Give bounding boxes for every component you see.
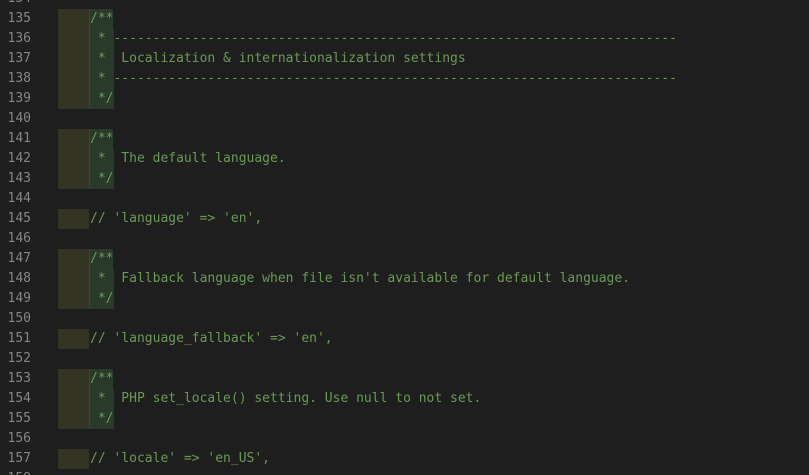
line-number: 153 [7, 371, 31, 386]
code-line[interactable]: // 'language' => 'en', [58, 209, 809, 229]
code-line[interactable]: /** [58, 129, 809, 149]
code-line[interactable] [58, 0, 809, 9]
indent-highlight [58, 449, 89, 469]
code-text: /** [90, 371, 114, 386]
line-number: 152 [7, 351, 31, 366]
code-text: // 'language_fallback' => 'en', [90, 331, 333, 346]
code-line[interactable]: * PHP set_locale() setting. Use null to … [58, 389, 809, 409]
indent-highlight [58, 9, 89, 29]
code-text: * The default language. [90, 151, 286, 166]
code-line[interactable] [58, 229, 809, 249]
code-line[interactable] [58, 109, 809, 129]
code-text: // 'locale' => 'en_US', [90, 451, 271, 466]
line-number: 157 [7, 451, 31, 466]
code-text: */ [90, 291, 114, 306]
line-number: 145 [7, 211, 31, 226]
code-text: /** [90, 131, 114, 146]
line-number: 141 [7, 131, 31, 146]
line-number: 147 [7, 251, 31, 266]
code-text: * Fallback language when file isn't avai… [90, 271, 631, 286]
code-text: */ [90, 91, 114, 106]
code-text: */ [90, 171, 114, 186]
line-number: 156 [7, 431, 31, 446]
line-number: 137 [7, 51, 31, 66]
indent-highlight [58, 329, 89, 349]
code-editor[interactable]: 134 135 136 137 138 139 140 141 142 143 144 145 146 1… [0, 0, 809, 475]
indent-highlight [58, 49, 89, 69]
code-line[interactable] [58, 309, 809, 329]
indent-highlight [58, 29, 89, 49]
line-number: 155 [7, 411, 31, 426]
line-number: 143 [7, 171, 31, 186]
line-number: 150 [7, 311, 31, 326]
code-text: */ [90, 411, 114, 426]
code-line[interactable]: * Localization & internationalization se… [58, 49, 809, 69]
code-area[interactable]: /** * ----------------------------------… [58, 0, 809, 475]
line-number: 136 [7, 31, 31, 46]
code-text: /** [90, 11, 114, 26]
indent-highlight [58, 89, 89, 109]
code-line[interactable]: // 'language_fallback' => 'en', [58, 329, 809, 349]
line-number: 144 [7, 191, 31, 206]
code-line[interactable] [58, 469, 809, 475]
line-number: 158 [0, 469, 31, 475]
code-line[interactable]: */ [58, 289, 809, 309]
code-line[interactable]: /** [58, 369, 809, 389]
code-line[interactable]: */ [58, 169, 809, 189]
line-number: 134 [0, 0, 31, 9]
indent-highlight [58, 169, 89, 189]
code-line[interactable]: /** [58, 249, 809, 269]
code-line[interactable]: * --------------------------------------… [58, 29, 809, 49]
code-line[interactable]: * Fallback language when file isn't avai… [58, 269, 809, 289]
code-text: /** [90, 251, 114, 266]
indent-highlight [58, 69, 89, 89]
line-number: 135 [7, 11, 31, 26]
code-line[interactable]: * --------------------------------------… [58, 69, 809, 89]
indent-highlight [58, 149, 89, 169]
indent-highlight [58, 129, 89, 149]
indent-highlight [58, 369, 89, 389]
indent-highlight [58, 389, 89, 409]
code-line[interactable] [58, 349, 809, 369]
indent-highlight [58, 249, 89, 269]
code-text: * Localization & internationalization se… [90, 51, 466, 66]
code-line[interactable]: */ [58, 409, 809, 429]
line-number: 154 [7, 391, 31, 406]
line-number: 139 [7, 91, 31, 106]
line-number: 140 [7, 111, 31, 126]
indent-highlight [58, 209, 89, 229]
line-number: 151 [7, 331, 31, 346]
indent-highlight [58, 289, 89, 309]
line-number: 148 [7, 271, 31, 286]
line-number: 138 [7, 71, 31, 86]
code-text: * --------------------------------------… [90, 71, 677, 86]
code-text: * PHP set_locale() setting. Use null to … [90, 391, 482, 406]
indent-highlight [58, 409, 89, 429]
indent-highlight [58, 269, 89, 289]
line-number-gutter: 134 135 136 137 138 139 140 141 142 143 144 145 146 1… [0, 0, 58, 475]
code-line[interactable]: * The default language. [58, 149, 809, 169]
line-number: 146 [7, 231, 31, 246]
code-line[interactable]: /** [58, 9, 809, 29]
line-number: 149 [7, 291, 31, 306]
code-line[interactable]: */ [58, 89, 809, 109]
line-number: 142 [7, 151, 31, 166]
code-line[interactable]: // 'locale' => 'en_US', [58, 449, 809, 469]
code-text: // 'language' => 'en', [90, 211, 263, 226]
code-line[interactable] [58, 189, 809, 209]
code-text: * --------------------------------------… [90, 31, 677, 46]
code-line[interactable] [58, 429, 809, 449]
